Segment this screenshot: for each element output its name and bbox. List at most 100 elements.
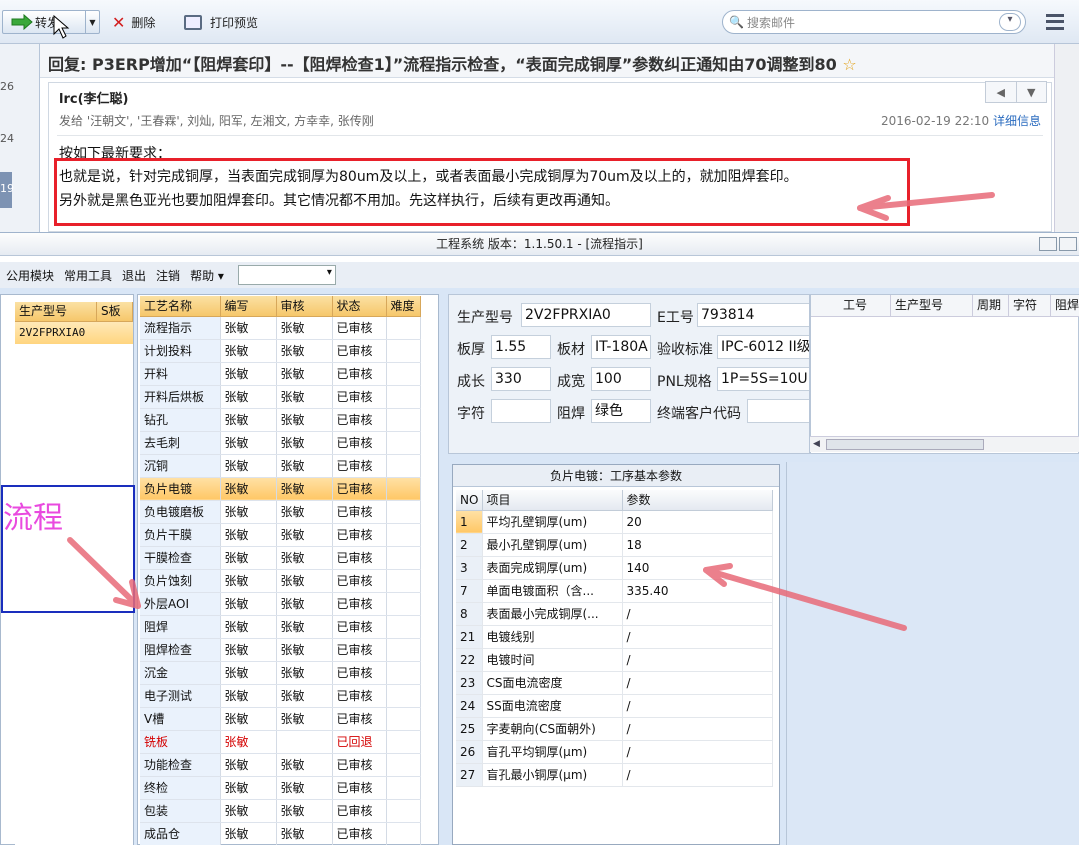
status-cell: 已审核 xyxy=(332,362,387,386)
forward-button[interactable]: 转发 ▼ xyxy=(2,10,100,34)
detail-link[interactable]: 详细信息 xyxy=(993,114,1041,128)
reply-actions[interactable]: ◀ ▼ xyxy=(985,81,1047,103)
search-input[interactable]: 🔍 搜索邮件 ▾ xyxy=(722,10,1026,34)
process-row[interactable]: 终检 张敏 张敏 已审核 xyxy=(140,776,421,800)
author-cell: 张敏 xyxy=(220,799,277,823)
customer-code-field[interactable] xyxy=(747,399,809,423)
parameter-row[interactable]: 23 CS面电流密度 / xyxy=(456,671,773,695)
search-options-icon[interactable]: ▾ xyxy=(999,13,1021,31)
process-row[interactable]: 负片电镀 张敏 张敏 已审核 xyxy=(140,477,421,501)
process-row[interactable]: 负片干膜 张敏 张敏 已审核 xyxy=(140,523,421,547)
status-cell: 已审核 xyxy=(332,454,387,478)
column-header[interactable]: 难度 xyxy=(386,296,421,317)
silkscreen-field[interactable] xyxy=(491,399,551,423)
column-header[interactable]: 参数 xyxy=(622,490,773,511)
model-row[interactable]: 2V2FPRXIA0 xyxy=(15,322,133,344)
soldermask-field[interactable]: 绿色 xyxy=(591,399,651,423)
process-row[interactable]: 电子测试 张敏 张敏 已审核 xyxy=(140,684,421,708)
process-row[interactable]: 负片蚀刻 张敏 张敏 已审核 xyxy=(140,569,421,593)
process-row[interactable]: 钻孔 张敏 张敏 已审核 xyxy=(140,408,421,432)
parameter-row[interactable]: 26 盲孔平均铜厚(μm) / xyxy=(456,740,773,764)
horizontal-scrollbar[interactable]: ◀ xyxy=(810,436,1079,452)
standard-field[interactable]: IPC-6012 II级 xyxy=(717,335,809,359)
menu-item-logout[interactable]: 注销 xyxy=(156,267,180,284)
parameter-row[interactable]: 24 SS面电流密度 / xyxy=(456,694,773,718)
column-header[interactable]: 状态 xyxy=(332,296,387,317)
process-name-cell: 终检 xyxy=(140,776,221,800)
process-row[interactable]: 干膜检查 张敏 张敏 已审核 xyxy=(140,546,421,570)
parameter-row[interactable]: 25 字麦朝向(CS面朝外) / xyxy=(456,717,773,741)
process-row[interactable]: 阻焊 张敏 张敏 已审核 xyxy=(140,615,421,639)
process-row[interactable]: 流程指示 张敏 张敏 已审核 xyxy=(140,316,421,340)
parameter-row[interactable]: 1 平均孔壁铜厚(um) 20 xyxy=(456,510,773,534)
parameter-row[interactable]: 8 表面最小完成铜厚(... / xyxy=(456,602,773,626)
column-header[interactable]: 生产型号 xyxy=(891,295,973,317)
message-selected[interactable]: 19 xyxy=(0,172,14,208)
process-row[interactable]: 铣板 张敏 已回退 xyxy=(140,730,421,754)
process-row[interactable]: 外层AOI 张敏 张敏 已审核 xyxy=(140,592,421,616)
parameter-row[interactable]: 21 电镀线别 / xyxy=(456,625,773,649)
parameter-row[interactable]: 27 盲孔最小铜厚(μm) / xyxy=(456,763,773,787)
thickness-field[interactable]: 1.55 xyxy=(491,335,551,359)
menu-item-public-module[interactable]: 公用模块 xyxy=(6,267,54,284)
menu-list-icon[interactable] xyxy=(1046,14,1064,30)
scroll-thumb[interactable] xyxy=(826,439,984,450)
sender-name[interactable]: lrc(李仁聪) xyxy=(59,88,128,107)
message-list-strip[interactable]: 26 24 19 xyxy=(0,44,40,232)
scroll-left-icon[interactable]: ◀ xyxy=(813,439,820,449)
menu-combo-select[interactable] xyxy=(237,265,336,285)
star-icon[interactable]: ☆ xyxy=(842,55,856,74)
column-header[interactable]: 项目 xyxy=(482,490,623,511)
pnl-field[interactable]: 1P=5S=10U xyxy=(717,367,809,391)
parameter-row[interactable]: 7 单面电镀面积（含... 335.40 xyxy=(456,579,773,603)
material-field[interactable]: IT-180A xyxy=(591,335,651,359)
parameter-row[interactable]: 22 电镀时间 / xyxy=(456,648,773,672)
process-row[interactable]: 开料 张敏 张敏 已审核 xyxy=(140,362,421,386)
print-preview-button[interactable]: 打印预览 xyxy=(184,10,258,34)
width-field[interactable]: 100 xyxy=(591,367,651,391)
process-row[interactable]: 开料后烘板 张敏 张敏 已审核 xyxy=(140,385,421,409)
reply-dropdown-icon[interactable]: ▼ xyxy=(1015,82,1047,102)
column-header[interactable]: 字符 xyxy=(1009,295,1051,317)
process-row[interactable]: 去毛刺 张敏 张敏 已审核 xyxy=(140,431,421,455)
author-cell: 张敏 xyxy=(220,822,277,845)
minimize-icon[interactable] xyxy=(1039,237,1057,251)
process-row[interactable]: 沉金 张敏 张敏 已审核 xyxy=(140,661,421,685)
width-label: 成宽 xyxy=(557,374,585,390)
column-header-s-board[interactable]: S板 xyxy=(97,302,133,322)
column-header-model[interactable]: 生产型号 xyxy=(15,302,97,322)
mail-scrollbar[interactable] xyxy=(1054,44,1079,232)
parameter-row[interactable]: 3 表面完成铜厚(um) 140 xyxy=(456,556,773,580)
process-name-cell: 开料 xyxy=(140,362,221,386)
e-number-field[interactable]: 793814 xyxy=(697,303,809,327)
parameter-row[interactable]: 2 最小孔壁铜厚(um) 18 xyxy=(456,533,773,557)
column-header[interactable]: 编写 xyxy=(220,296,277,317)
menu-item-exit[interactable]: 退出 xyxy=(122,267,146,284)
reply-icon[interactable]: ◀ xyxy=(986,82,1016,102)
column-header[interactable]: 工号 xyxy=(811,295,891,317)
length-field[interactable]: 330 xyxy=(491,367,551,391)
maximize-icon[interactable] xyxy=(1059,237,1077,251)
difficulty-cell xyxy=(386,477,421,501)
column-header[interactable]: 阻焊 xyxy=(1051,295,1079,317)
column-header[interactable]: NO xyxy=(456,490,483,511)
process-row[interactable]: 阻焊检查 张敏 张敏 已审核 xyxy=(140,638,421,662)
process-row[interactable]: 功能检查 张敏 张敏 已审核 xyxy=(140,753,421,777)
menu-item-help[interactable]: 帮助 ▾ xyxy=(190,267,224,284)
column-header[interactable]: 工艺名称 xyxy=(140,296,221,317)
process-row[interactable]: 负电镀磨板 张敏 张敏 已审核 xyxy=(140,500,421,524)
process-row[interactable]: 计划投料 张敏 张敏 已审核 xyxy=(140,339,421,363)
author-cell: 张敏 xyxy=(220,684,277,708)
column-header[interactable]: 审核 xyxy=(276,296,333,317)
status-cell: 已回退 xyxy=(332,730,387,754)
menu-item-tools[interactable]: 常用工具 xyxy=(64,267,112,284)
forward-dropdown-icon[interactable]: ▼ xyxy=(85,11,99,33)
process-row[interactable]: 成品仓 张敏 张敏 已审核 xyxy=(140,822,421,845)
model-field[interactable]: 2V2FPRXIA0 xyxy=(521,303,651,327)
column-header[interactable]: 周期 xyxy=(973,295,1009,317)
process-row[interactable]: V槽 张敏 张敏 已审核 xyxy=(140,707,421,731)
mail-toolbar: 转发 ▼ ✕ 删除 打印预览 🔍 搜索邮件 ▾ xyxy=(0,0,1079,44)
delete-button[interactable]: ✕ 删除 xyxy=(112,10,155,34)
process-row[interactable]: 包装 张敏 张敏 已审核 xyxy=(140,799,421,823)
process-row[interactable]: 沉铜 张敏 张敏 已审核 xyxy=(140,454,421,478)
